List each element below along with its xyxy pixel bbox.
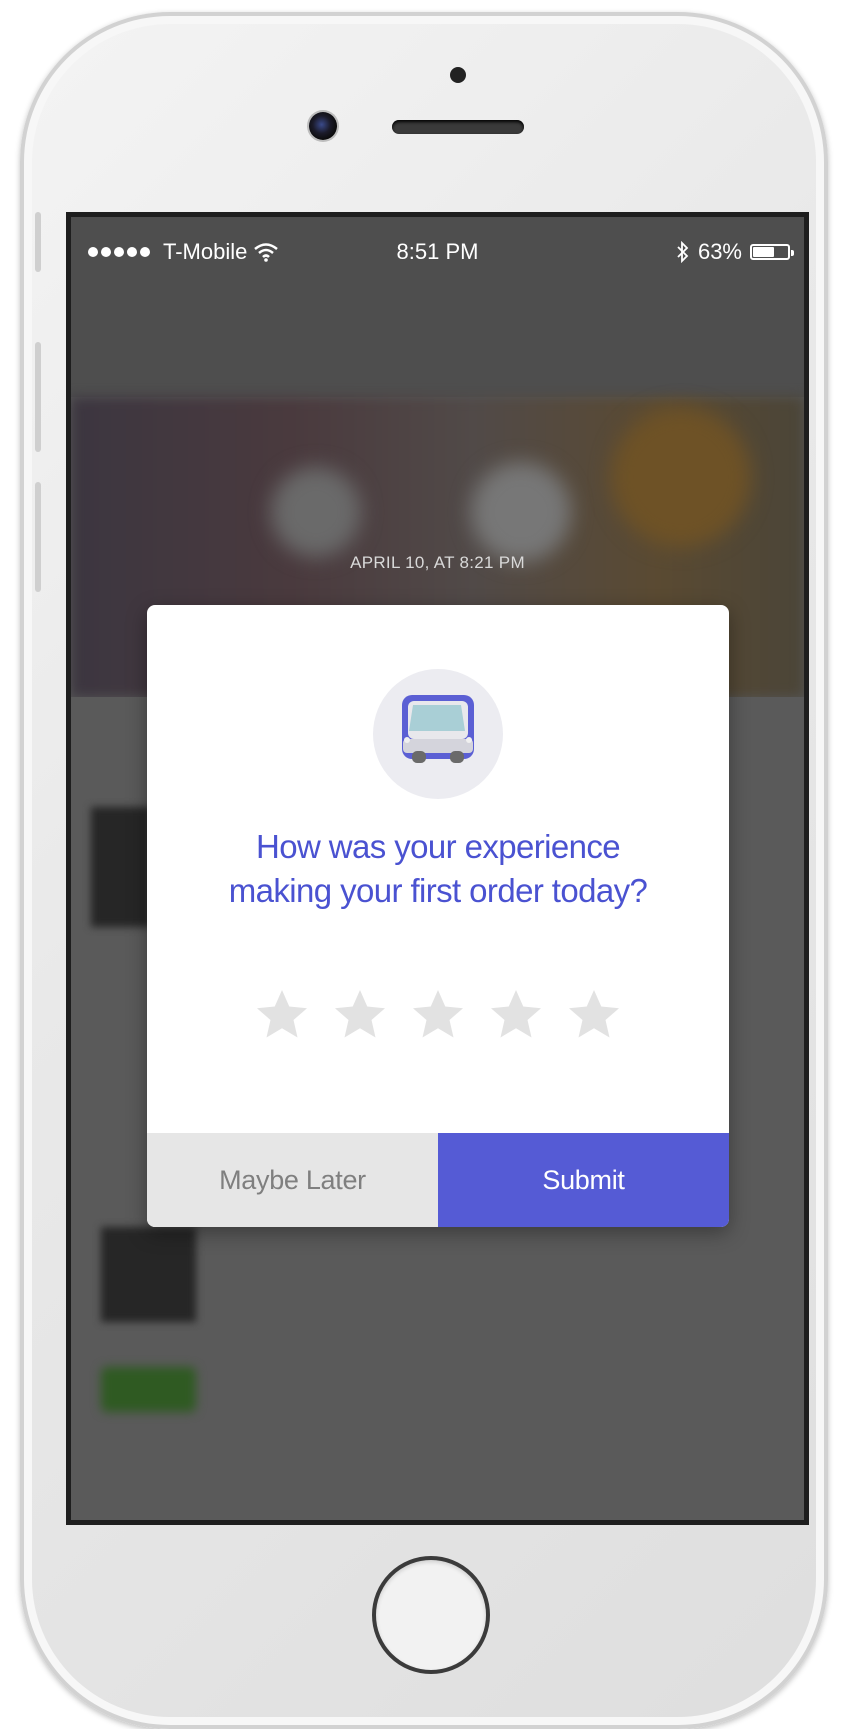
volume-down-button <box>35 482 41 592</box>
background-thumbnail <box>91 807 151 927</box>
status-right: 63% <box>676 239 794 265</box>
background-blur-shape <box>271 467 361 557</box>
submit-button[interactable]: Submit <box>438 1133 729 1227</box>
background-blur-shape <box>471 462 571 562</box>
rating-question: How was your experience making your firs… <box>177 825 699 913</box>
background-blur-shape <box>611 407 751 547</box>
volume-up-button <box>35 342 41 452</box>
battery-level <box>753 247 774 257</box>
mute-switch <box>35 212 41 272</box>
star-icon[interactable] <box>486 985 546 1045</box>
front-camera <box>309 112 337 140</box>
rating-dialog: How was your experience making your firs… <box>147 605 729 1227</box>
status-bar: T-Mobile 8:51 PM 63% <box>71 217 804 287</box>
star-icon[interactable] <box>564 985 624 1045</box>
delivery-truck-icon <box>373 669 503 799</box>
star-icon[interactable] <box>330 985 390 1045</box>
battery-tip <box>791 250 794 256</box>
proximity-sensor <box>450 67 466 83</box>
earpiece-speaker <box>392 120 524 134</box>
order-date-label: APRIL 10, AT 8:21 PM <box>350 553 525 572</box>
home-button[interactable] <box>372 1556 490 1674</box>
maybe-later-button[interactable]: Maybe Later <box>147 1133 438 1227</box>
battery-percent: 63% <box>697 239 742 264</box>
star-icon[interactable] <box>252 985 312 1045</box>
question-line-2: making your first order today? <box>228 872 648 909</box>
star-rating <box>147 985 729 1045</box>
star-icon[interactable] <box>408 985 468 1045</box>
battery-icon <box>750 244 794 260</box>
question-line-1: How was your experience <box>255 828 621 865</box>
background-thumbnail <box>101 1227 196 1322</box>
bluetooth-icon <box>677 241 689 263</box>
background-badge <box>101 1367 196 1412</box>
phone-screen: T-Mobile 8:51 PM 63% APRIL 10, AT 8:21 P… <box>66 212 809 1525</box>
dialog-actions: Maybe Later Submit <box>147 1133 729 1227</box>
